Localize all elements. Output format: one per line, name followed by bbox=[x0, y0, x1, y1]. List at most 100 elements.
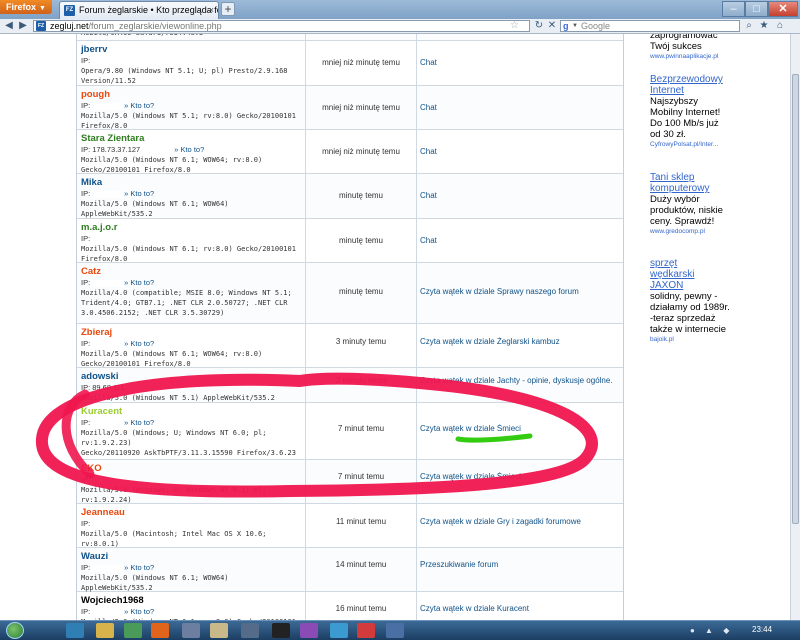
forward-icon[interactable]: ▶ bbox=[17, 20, 29, 32]
username-link[interactable]: Stara Zientara bbox=[81, 133, 301, 145]
ip-address: IP: bbox=[81, 519, 91, 528]
username-link[interactable]: Wojciech1968 bbox=[81, 595, 301, 607]
username-link[interactable]: Mika bbox=[81, 177, 301, 189]
ad-title-link[interactable]: Tani sklep komputerowy bbox=[650, 172, 790, 194]
ip-line: IP: » Kto to? bbox=[81, 189, 301, 199]
username-link[interactable]: m.a.j.o.r bbox=[81, 222, 301, 234]
user-agent-text: Mobile/9A405 Safari/7534.48.3 bbox=[81, 34, 301, 38]
last-active-time: mniej niż minutę temu bbox=[322, 103, 400, 112]
username-link[interactable]: Jeanneau bbox=[81, 507, 301, 519]
taskbar-app-icon[interactable] bbox=[210, 623, 228, 638]
stop-icon[interactable]: ✕ bbox=[546, 20, 558, 32]
scrollbar-thumb[interactable] bbox=[792, 74, 799, 524]
system-tray-icons[interactable]: ● ▲ ◆ bbox=[690, 626, 733, 635]
maximize-button[interactable]: □ bbox=[745, 1, 768, 17]
firefox-taskbar-icon[interactable] bbox=[151, 623, 169, 638]
bookmarks-icon[interactable]: ★ bbox=[758, 20, 770, 32]
kto-to-link[interactable]: » Kto to? bbox=[124, 101, 154, 110]
media-player-icon[interactable] bbox=[124, 623, 142, 638]
google-icon[interactable]: g bbox=[563, 21, 572, 31]
table-row: Wojciech1968IP:» Kto to?Mozilla/5.0 (Win… bbox=[77, 592, 623, 620]
tab-forum[interactable]: FZ Forum żeglarskie • Kto przegląda foru… bbox=[59, 1, 219, 19]
location-link[interactable]: Czyta wątek w dziale Śmieci bbox=[420, 472, 620, 481]
location-link[interactable]: Chat bbox=[420, 236, 620, 245]
kto-to-link[interactable]: » Kto to? bbox=[124, 563, 154, 572]
minimize-button[interactable]: – bbox=[722, 1, 745, 17]
location-link[interactable]: Czyta wątek w dziale Sprawy naszego foru… bbox=[420, 287, 620, 296]
location-link[interactable]: Chat bbox=[420, 58, 620, 67]
ip-line: IP: bbox=[81, 519, 301, 529]
start-button[interactable] bbox=[6, 622, 24, 639]
kto-to-link[interactable]: » Kto to? bbox=[124, 339, 154, 348]
taskbar-app-icon[interactable] bbox=[241, 623, 259, 638]
search-icon[interactable]: ⌕ bbox=[743, 20, 755, 32]
home-icon[interactable]: ⌂ bbox=[774, 20, 786, 32]
kto-to-link[interactable]: » Kto to? bbox=[124, 418, 154, 427]
table-row: Mobile/9A405 Safari/7534.48.3 bbox=[77, 34, 623, 41]
kto-to-link[interactable]: » Kto to? bbox=[174, 145, 204, 154]
location-link[interactable]: Czyta wątek w dziale Śmieci bbox=[420, 424, 620, 433]
location-link[interactable]: Chat bbox=[420, 103, 620, 112]
taskbar-app-icon[interactable] bbox=[272, 623, 290, 638]
location-link[interactable]: Chat bbox=[420, 147, 620, 156]
ad-block: zaprogramować Twój sukces www.pwinnaaplik… bbox=[650, 34, 790, 62]
column-divider bbox=[416, 86, 417, 129]
location-link[interactable]: Czyta wątek w dziale Jachty - opinie, dy… bbox=[420, 376, 620, 385]
taskbar-app-icon[interactable] bbox=[300, 623, 318, 638]
kto-to-link[interactable]: » Kto to? bbox=[124, 607, 154, 616]
kto-to-link[interactable]: » Kto to? bbox=[124, 278, 154, 287]
chevron-down-icon: ▼ bbox=[39, 5, 46, 12]
last-active-time: minutę temu bbox=[338, 287, 384, 296]
ip-address: IP: bbox=[81, 101, 91, 110]
ip-address: IP: bbox=[81, 234, 91, 243]
ad-url-link[interactable]: bajoik.pl bbox=[650, 335, 790, 345]
new-tab-button[interactable]: + bbox=[221, 2, 235, 16]
column-divider bbox=[416, 41, 417, 85]
last-active-time: 7 minut temu bbox=[337, 424, 385, 433]
username-link[interactable]: Zbieraj bbox=[81, 327, 301, 339]
last-active-time: 3 minuty temu bbox=[335, 376, 387, 385]
username-link[interactable]: Kuracent bbox=[81, 406, 301, 418]
back-icon[interactable]: ◀ bbox=[3, 20, 15, 32]
ad-title-link[interactable]: Bezprzewodowy Internet bbox=[650, 74, 790, 96]
search-input[interactable]: g ▼ Google bbox=[560, 20, 740, 32]
taskbar-app-icon[interactable] bbox=[182, 623, 200, 638]
ad-url-link[interactable]: www.gredocomp.pl bbox=[650, 227, 790, 237]
firefox-menu-button[interactable]: Firefox ▼ bbox=[0, 0, 52, 14]
location-link[interactable]: Czyta wątek w dziale Gry i zagadki forum… bbox=[420, 517, 620, 526]
reload-icon[interactable]: ↻ bbox=[533, 20, 545, 32]
taskbar-app-icon[interactable] bbox=[386, 623, 404, 638]
ie-icon[interactable] bbox=[66, 623, 84, 638]
table-row: EKO IP: Mozilla/5.0 (Windows; U; Windows N… bbox=[77, 460, 623, 514]
username-link[interactable]: adowski bbox=[81, 371, 301, 383]
site-favicon-icon: FZ bbox=[36, 21, 46, 31]
ad-url-link[interactable]: www.pwinnaaplikacje.pl bbox=[650, 52, 790, 62]
username-link[interactable]: EKO bbox=[81, 463, 301, 475]
username-link[interactable]: pough bbox=[81, 89, 301, 101]
last-active-time: mniej niż minutę temu bbox=[322, 147, 400, 156]
username-link[interactable]: jberrv bbox=[81, 44, 301, 56]
taskbar-app-icon[interactable] bbox=[357, 623, 375, 638]
bookmark-star-icon[interactable]: ☆ bbox=[510, 21, 519, 31]
table-row: Wauzi IP:» Kto to? Mozilla/5.0 (Windows NT… bbox=[77, 548, 623, 602]
explorer-icon[interactable] bbox=[96, 623, 114, 638]
close-window-button[interactable]: ✕ bbox=[768, 1, 798, 17]
username-link[interactable]: Wauzi bbox=[81, 551, 301, 563]
location-link[interactable]: Chat bbox=[420, 191, 620, 200]
location-link[interactable]: Przeszukiwanie forum bbox=[420, 560, 620, 569]
location-link[interactable]: Czyta wątek w dziale Kuracent bbox=[420, 604, 620, 613]
close-tab-icon[interactable]: × bbox=[209, 2, 214, 18]
taskbar-clock: 23:44 bbox=[752, 625, 773, 634]
table-row: Catz IP: » Kto to? Mozilla/4.0 (compatible;… bbox=[77, 263, 623, 324]
ad-title-link[interactable]: sprzęt wędkarski JAXON bbox=[650, 258, 790, 291]
vertical-scrollbar[interactable] bbox=[790, 34, 800, 620]
username-link[interactable]: Catz bbox=[81, 266, 301, 278]
location-link[interactable]: Czyta wątek w dziale Żeglarski kambuz bbox=[420, 337, 620, 346]
ad-url-link[interactable]: CyfrowyPolsat.pl/Inter... bbox=[650, 140, 790, 150]
redacted-area bbox=[90, 564, 125, 572]
chevron-down-icon[interactable]: ▼ bbox=[572, 21, 578, 31]
kto-to-link[interactable]: » Kto to? bbox=[124, 189, 154, 198]
taskbar-app-icon[interactable] bbox=[330, 623, 348, 638]
address-bar[interactable]: FZ zegluj.net/forum_zeglarskie/viewonlin… bbox=[33, 20, 530, 32]
column-divider bbox=[416, 592, 417, 620]
